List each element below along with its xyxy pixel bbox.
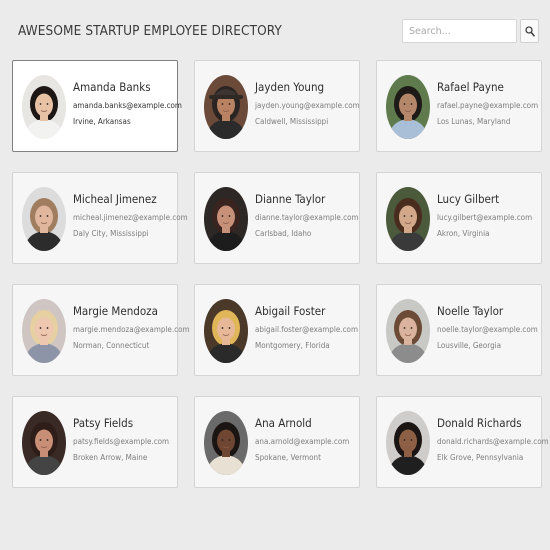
- employee-email: lucy.gilbert@example.com: [437, 213, 533, 222]
- avatar: [204, 75, 248, 139]
- avatar: [204, 187, 248, 251]
- employee-card[interactable]: Jayden Young jayden.young@example.com Ca…: [194, 60, 360, 152]
- employee-name: Donald Richards: [437, 416, 522, 430]
- employee-location: Irvine, Arkansas: [73, 117, 131, 126]
- employee-card[interactable]: Micheal Jimenez micheal.jimenez@example.…: [12, 172, 188, 264]
- employee-email: amanda.banks@example.com: [73, 101, 182, 110]
- employee-name: Noelle Taylor: [437, 304, 504, 318]
- avatar: [386, 299, 430, 363]
- employee-email: patsy.fields@example.com: [73, 437, 170, 446]
- avatar: [386, 75, 430, 139]
- employee-location: Spokane, Vermont: [255, 453, 321, 462]
- employee-name: Abigail Foster: [255, 304, 326, 318]
- employee-location: Daly City, Mississippi: [73, 229, 149, 238]
- employee-name: Ana Arnold: [255, 416, 312, 430]
- employee-card[interactable]: Dianne Taylor dianne.taylor@example.com …: [194, 172, 360, 264]
- employee-email: noelle.taylor@example.com: [437, 325, 538, 334]
- search-icon: [524, 25, 535, 37]
- employee-name: Jayden Young: [255, 80, 325, 94]
- employee-photo: [22, 299, 66, 363]
- employee-card[interactable]: Lucy Gilbert lucy.gilbert@example.com Ak…: [376, 172, 542, 264]
- employee-location: Lousville, Georgia: [437, 341, 502, 350]
- employee-card[interactable]: Abigail Foster abigail.foster@example.co…: [194, 284, 360, 376]
- employee-photo: [204, 299, 248, 363]
- employee-email: donald.richards@example.com: [437, 437, 549, 446]
- employee-email: rafael.payne@example.com: [437, 101, 539, 110]
- avatar: [22, 75, 66, 139]
- employee-location: Elk Grove, Pennsylvania: [437, 453, 524, 462]
- avatar: [22, 299, 66, 363]
- employee-email: micheal.jimenez@example.com: [73, 213, 188, 222]
- employee-location: Broken Arrow, Maine: [73, 453, 148, 462]
- employee-photo: [204, 187, 248, 251]
- avatar: [204, 299, 248, 363]
- avatar: [386, 411, 430, 475]
- employee-email: jayden.young@example.com: [255, 101, 360, 110]
- employee-location: Montgomery, Florida: [255, 341, 330, 350]
- employee-photo: [22, 411, 66, 475]
- avatar: [22, 411, 66, 475]
- employee-name: Dianne Taylor: [255, 192, 326, 206]
- employee-photo: [204, 411, 248, 475]
- employee-photo: [386, 299, 430, 363]
- employee-location: Los Lunas, Maryland: [437, 117, 511, 126]
- employee-photo: [204, 75, 248, 139]
- employee-name: Amanda Banks: [73, 80, 151, 94]
- employee-card[interactable]: Donald Richards donald.richards@example.…: [376, 396, 549, 488]
- employee-photo: [386, 411, 430, 475]
- employee-email: dianne.taylor@example.com: [255, 213, 359, 222]
- employee-grid: Amanda Banks amanda.banks@example.com Ir…: [12, 60, 549, 488]
- header: AWESOME STARTUP EMPLOYEE DIRECTORY: [0, 0, 550, 60]
- employee-email: ana.arnold@example.com: [255, 437, 350, 446]
- employee-card[interactable]: Rafael Payne rafael.payne@example.com Lo…: [376, 60, 542, 152]
- avatar: [22, 187, 66, 251]
- avatar: [204, 411, 248, 475]
- employee-card[interactable]: Ana Arnold ana.arnold@example.com Spokan…: [194, 396, 360, 488]
- avatar: [386, 187, 430, 251]
- employee-card[interactable]: Noelle Taylor noelle.taylor@example.com …: [376, 284, 542, 376]
- employee-photo: [22, 75, 66, 139]
- employee-location: Carlsbad, Idaho: [255, 229, 312, 238]
- employee-email: abigail.foster@example.com: [255, 325, 358, 334]
- employee-name: Rafael Payne: [437, 80, 504, 94]
- search-button[interactable]: [520, 19, 539, 43]
- employee-card[interactable]: Margie Mendoza margie.mendoza@example.co…: [12, 284, 190, 376]
- employee-location: Norman, Connecticut: [73, 341, 150, 350]
- employee-card[interactable]: Patsy Fields patsy.fields@example.com Br…: [12, 396, 178, 488]
- employee-card[interactable]: Amanda Banks amanda.banks@example.com Ir…: [12, 60, 182, 152]
- employee-photo: [22, 187, 66, 251]
- employee-name: Patsy Fields: [73, 416, 134, 430]
- employee-location: Akron, Virginia: [437, 229, 490, 238]
- search-input[interactable]: [402, 19, 517, 43]
- employee-photo: [386, 187, 430, 251]
- page-title: AWESOME STARTUP EMPLOYEE DIRECTORY: [18, 23, 282, 39]
- employee-email: margie.mendoza@example.com: [73, 325, 190, 334]
- employee-name: Margie Mendoza: [73, 304, 158, 318]
- employee-location: Caldwell, Mississippi: [255, 117, 329, 126]
- employee-photo: [386, 75, 430, 139]
- employee-name: Lucy Gilbert: [437, 192, 500, 206]
- employee-name: Micheal Jimenez: [73, 192, 157, 206]
